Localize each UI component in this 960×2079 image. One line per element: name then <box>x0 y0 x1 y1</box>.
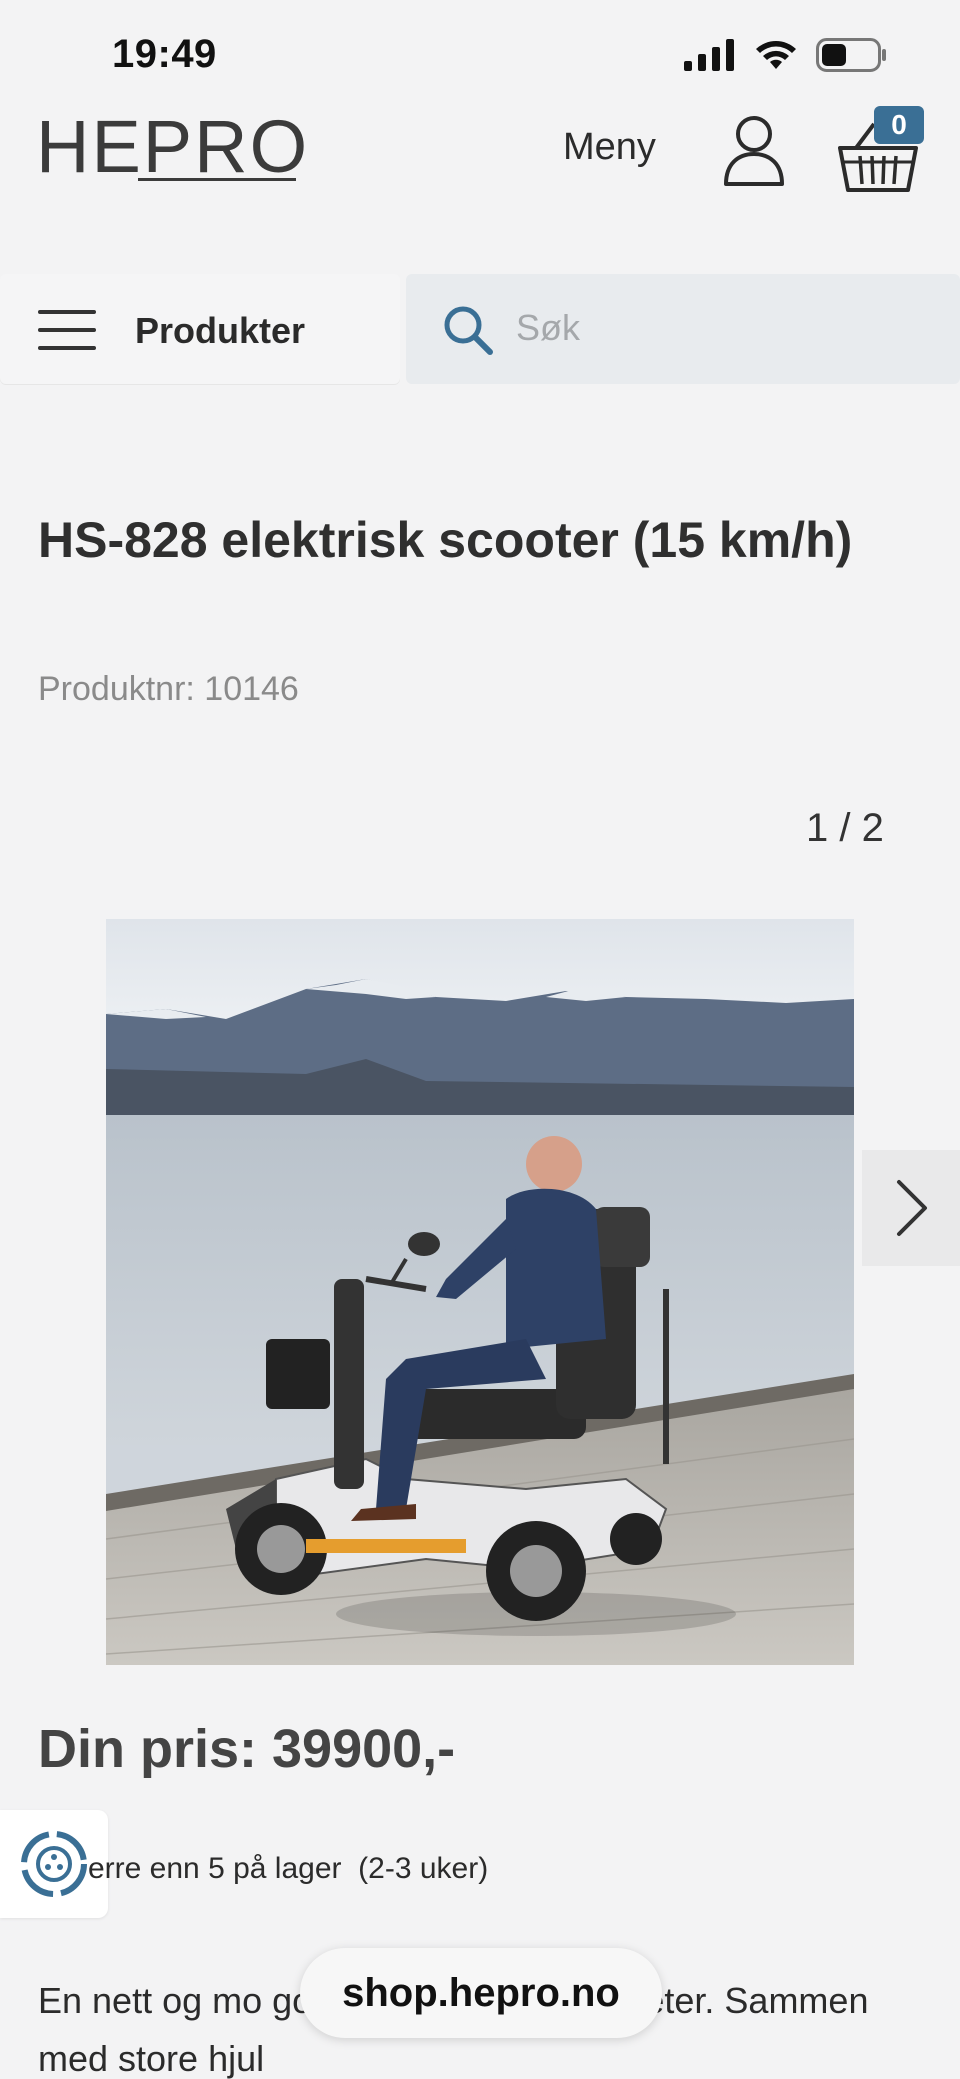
status-time: 19:49 <box>112 32 217 76</box>
nav-bar: Produkter <box>0 272 960 386</box>
chevron-right-icon <box>897 1180 927 1236</box>
product-image[interactable] <box>106 919 854 1665</box>
signal-icon <box>684 39 734 71</box>
hamburger-icon <box>38 310 96 350</box>
accessibility-support-icon <box>21 1831 87 1897</box>
menu-link[interactable]: Meny <box>563 126 656 169</box>
image-counter: 1 / 2 <box>806 806 884 850</box>
search-input[interactable] <box>516 298 916 358</box>
stock-status: erre enn 5 på lager (2-3 uker) <box>88 1852 489 1885</box>
wifi-icon <box>756 41 796 69</box>
site-header: HEPRO Meny 0 <box>0 100 960 270</box>
logo-underline <box>138 178 296 181</box>
search-box[interactable] <box>406 274 960 384</box>
hepro-logo[interactable]: HEPRO <box>36 110 309 184</box>
status-bar: 19:49 <box>0 0 960 110</box>
product-number: Produktnr: 10146 <box>38 670 299 708</box>
products-menu-button[interactable]: Produkter <box>0 274 400 384</box>
cart-count-badge: 0 <box>874 106 924 144</box>
product-price: Din pris: 39900,- <box>38 1719 456 1779</box>
battery-icon <box>816 38 886 72</box>
user-account-icon[interactable] <box>722 112 786 188</box>
browser-url-bar[interactable]: shop.hepro.no <box>300 1948 662 2038</box>
products-label: Produkter <box>135 310 306 351</box>
next-image-button[interactable] <box>862 1150 960 1266</box>
status-icons <box>684 38 888 72</box>
product-title: HS-828 elektrisk scooter (15 km/h) <box>38 512 853 568</box>
search-icon[interactable] <box>442 304 494 356</box>
